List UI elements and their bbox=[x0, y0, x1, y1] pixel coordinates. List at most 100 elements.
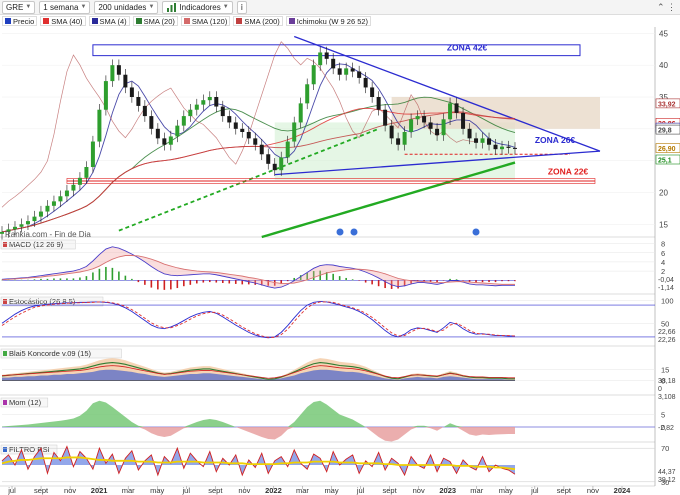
zone-annotation: ZONA 22€ bbox=[548, 167, 589, 177]
price-label: 26,90 bbox=[658, 146, 676, 153]
watermark-text: Rankia.com - Fin de Dia bbox=[5, 230, 91, 239]
menu-icon[interactable]: ⋮ bbox=[667, 2, 676, 12]
indicator-title: MACD (12 26 9) bbox=[9, 240, 64, 249]
chevron-down-icon: ▼ bbox=[80, 4, 87, 10]
candle-body bbox=[142, 105, 147, 117]
candle-body bbox=[181, 116, 186, 126]
candle-body bbox=[207, 97, 212, 101]
chart-area: 15202530354045ZONA 42€ZONA 26€ZONA 22€Ra… bbox=[0, 27, 680, 495]
legend-item[interactable]: SMA (40) bbox=[40, 16, 86, 26]
legend-row: Precio SMA (40) SMA (4) SMA (20) SMA (120) SM… bbox=[0, 15, 680, 27]
candle-body bbox=[168, 136, 173, 145]
x-tick-label: nov bbox=[587, 486, 599, 495]
x-tick-label: nov bbox=[238, 486, 250, 495]
y-tick-label: 70 bbox=[661, 444, 669, 453]
candle-body bbox=[402, 132, 407, 145]
indicator-title: FILTRO RSI bbox=[9, 445, 50, 454]
candle-body bbox=[422, 116, 427, 123]
legend-label: Precio bbox=[13, 16, 35, 26]
candle-body bbox=[51, 201, 56, 206]
candle-body bbox=[448, 103, 453, 120]
period-select[interactable]: 1 semana ▼ bbox=[39, 0, 91, 14]
candle-body bbox=[32, 216, 37, 222]
candle-body bbox=[493, 144, 498, 150]
candle-body bbox=[454, 103, 459, 113]
x-tick-label: may bbox=[150, 486, 164, 495]
x-tick-label: sept bbox=[34, 486, 49, 495]
candle-body bbox=[240, 128, 245, 132]
candle-body bbox=[363, 77, 368, 88]
candle-body bbox=[194, 104, 199, 110]
candle-body bbox=[12, 226, 17, 230]
indicator-color-icon bbox=[3, 447, 7, 452]
indicator-last-value: -0,04 bbox=[658, 277, 674, 284]
symbol-select[interactable]: GRE ▼ bbox=[2, 0, 36, 14]
indicator-last-value: 22,26 bbox=[658, 337, 676, 344]
candle-body bbox=[71, 184, 76, 191]
legend-item[interactable]: Ichimoku (W 9 26 52) bbox=[285, 16, 372, 26]
indicators-button[interactable]: Indicadores ▼ bbox=[162, 0, 233, 14]
y-tick-label: 4 bbox=[661, 258, 665, 267]
y-tick-label: 2 bbox=[661, 267, 665, 276]
indicator-title: Mom (12) bbox=[9, 398, 42, 407]
candle-body bbox=[441, 119, 446, 136]
info-icon: ⅰ bbox=[240, 2, 243, 12]
toolbar: GRE ▼ 1 semana ▼ 200 unidades ▼ Indicado… bbox=[0, 0, 680, 15]
y-tick-label: 45 bbox=[659, 29, 668, 38]
legend-label: SMA (120) bbox=[191, 16, 228, 26]
x-tick-label: mar bbox=[122, 486, 135, 495]
momentum-positive-area bbox=[2, 400, 515, 427]
candle-body bbox=[155, 128, 160, 139]
x-tick-label: jul bbox=[530, 486, 539, 495]
candle-body bbox=[58, 196, 63, 202]
candle-body bbox=[305, 84, 310, 104]
candle-body bbox=[214, 97, 219, 107]
legend-item[interactable]: SMA (20) bbox=[132, 16, 178, 26]
candle-body bbox=[428, 122, 433, 129]
candle-body bbox=[201, 100, 206, 105]
candle-body bbox=[461, 112, 466, 129]
candle-body bbox=[513, 147, 517, 149]
candle-body bbox=[0, 231, 4, 234]
chevron-up-icon[interactable]: ⌃ bbox=[657, 2, 665, 12]
candle-body bbox=[38, 211, 43, 217]
y-tick-label: 8 bbox=[661, 240, 665, 249]
y-tick-label: 15 bbox=[659, 220, 668, 229]
x-tick-label: mar bbox=[470, 486, 483, 495]
candle-body bbox=[331, 58, 336, 69]
candle-body bbox=[350, 68, 355, 72]
candle-body bbox=[370, 87, 375, 97]
indicator-color-icon bbox=[3, 299, 7, 304]
legend-swatch bbox=[135, 18, 142, 24]
zone-annotation: ZONA 26€ bbox=[535, 135, 576, 145]
candle-body bbox=[285, 141, 290, 158]
price-label: 25,1 bbox=[658, 158, 672, 165]
event-marker-icon bbox=[336, 228, 344, 236]
chevron-down-icon: ▼ bbox=[222, 4, 229, 10]
candle-body bbox=[324, 52, 329, 59]
candle-body bbox=[506, 146, 511, 148]
candle-body bbox=[25, 221, 30, 225]
chevron-down-icon: ▼ bbox=[148, 4, 155, 10]
candle-body bbox=[396, 138, 401, 145]
x-tick-label: jul bbox=[356, 486, 365, 495]
candle-body bbox=[175, 125, 180, 137]
stoch-k-line bbox=[1, 301, 515, 339]
legend-item[interactable]: Precio bbox=[2, 16, 38, 26]
legend-item[interactable]: SMA (4) bbox=[88, 16, 130, 26]
legend-item[interactable]: SMA (120) bbox=[180, 16, 231, 26]
legend-label: Ichimoku (W 9 26 52) bbox=[296, 16, 369, 26]
legend-swatch bbox=[183, 18, 190, 24]
x-tick-label: jul bbox=[7, 486, 16, 495]
candle-body bbox=[149, 116, 154, 129]
info-button[interactable]: ⅰ bbox=[236, 0, 247, 14]
candle-body bbox=[337, 68, 342, 75]
x-tick-label: sept bbox=[383, 486, 398, 495]
legend-swatch bbox=[91, 18, 98, 24]
candle-body bbox=[487, 138, 492, 145]
chevron-down-icon: ▼ bbox=[25, 4, 32, 10]
units-select[interactable]: 200 unidades ▼ bbox=[94, 0, 159, 14]
legend-item[interactable]: SMA (200) bbox=[233, 16, 283, 26]
units-label: 200 unidades bbox=[98, 2, 147, 12]
legend-label: SMA (4) bbox=[99, 16, 127, 26]
